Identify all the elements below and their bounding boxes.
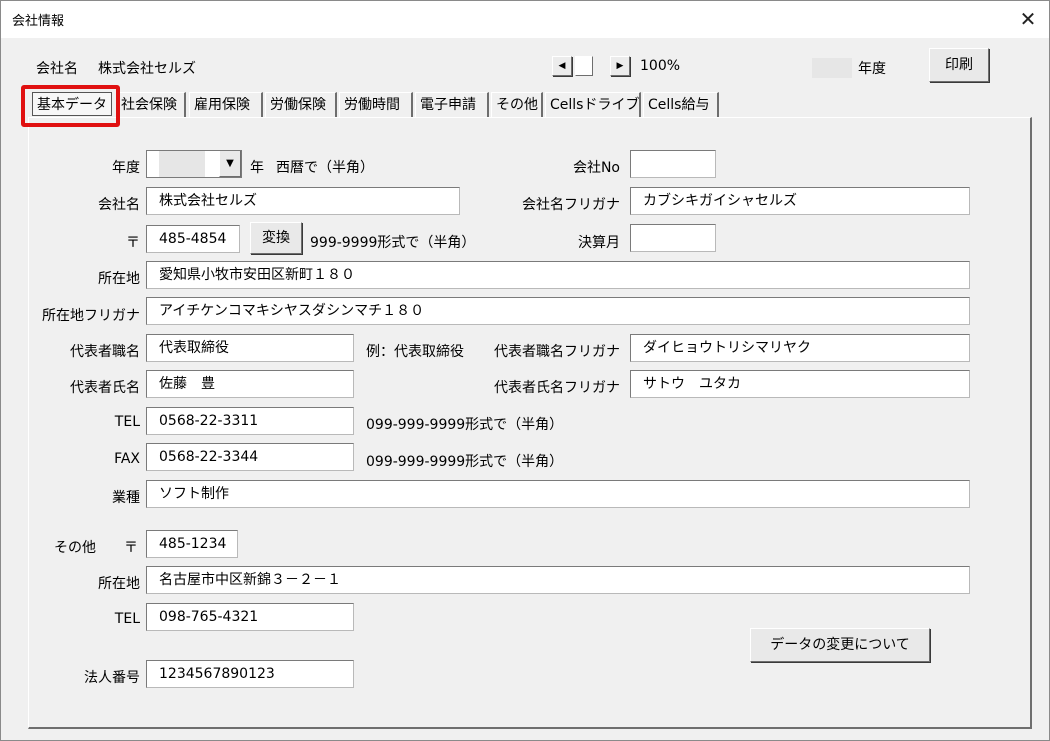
tab-employment-insurance[interactable]: 雇用保険	[189, 92, 263, 118]
industry-field[interactable]: ソフト制作	[146, 480, 970, 508]
other-label: その他	[54, 540, 96, 556]
tel-field[interactable]: 0568-22-3311	[146, 407, 354, 435]
other-address-field[interactable]: 名古屋市中区新錦３－２－１	[146, 566, 970, 594]
postal-label: 〒	[126, 235, 140, 251]
company-no-label: 会社No	[572, 160, 620, 176]
company-kana-label: 会社名フリガナ	[522, 197, 620, 213]
zoom-decrease-button[interactable]: ◀	[552, 56, 572, 76]
address-kana-field[interactable]: アイチケンコマキシヤスダシンマチ１８０	[146, 297, 970, 325]
tab-cells-drive[interactable]: Cellsドライブ	[545, 92, 641, 118]
rep-name-label: 代表者氏名	[70, 380, 140, 396]
year-select[interactable]: ▼	[146, 150, 242, 178]
tab-labor-insurance[interactable]: 労働保険	[265, 92, 337, 118]
data-change-button[interactable]: データの変更について	[750, 628, 930, 662]
zoom-level: 100%	[640, 58, 681, 74]
closing-month-field[interactable]	[630, 224, 716, 252]
company-name-header: 株式会社セルズ	[98, 61, 196, 77]
chevron-down-icon[interactable]: ▼	[219, 151, 241, 177]
tab-other[interactable]: その他	[491, 92, 543, 118]
rep-name-kana-label: 代表者氏名フリガナ	[494, 380, 620, 396]
zoom-slider-thumb[interactable]	[575, 56, 593, 76]
tel-hint: 099-999-9999形式で（半角）	[366, 417, 564, 433]
rep-name-field[interactable]: 佐藤 豊	[146, 370, 354, 398]
other-tel-field[interactable]: 098-765-4321	[146, 603, 354, 631]
print-button[interactable]: 印刷	[929, 48, 989, 82]
tab-e-application[interactable]: 電子申請	[415, 92, 489, 118]
tab-working-hours[interactable]: 労働時間	[339, 92, 413, 118]
rep-title-kana-field[interactable]: ダイヒョウトリシマリヤク	[630, 334, 970, 362]
corp-no-field[interactable]: 1234567890123	[146, 660, 354, 688]
header-year-label: 年度	[858, 61, 886, 77]
tab-cells-payroll[interactable]: Cells給与	[643, 92, 719, 118]
other-address-label: 所在地	[98, 576, 140, 592]
tel-label: TEL	[114, 414, 140, 430]
other-tel-label: TEL	[114, 611, 140, 627]
company-name-field[interactable]: 株式会社セルズ	[146, 187, 460, 215]
rep-title-field[interactable]: 代表取締役	[146, 334, 354, 362]
year-label: 年度	[112, 160, 140, 176]
postal-field[interactable]: 485-4854	[146, 225, 240, 253]
year-suffix: 年	[250, 160, 264, 176]
address-field[interactable]: 愛知県小牧市安田区新町１８０	[146, 261, 970, 289]
address-label: 所在地	[98, 271, 140, 287]
window-title: 会社情報	[12, 14, 65, 29]
other-postal-label: 〒	[124, 540, 138, 556]
company-no-field[interactable]	[630, 150, 716, 178]
fax-label: FAX	[114, 451, 140, 467]
zoom-increase-button[interactable]: ▶	[610, 56, 630, 76]
corp-no-label: 法人番号	[84, 670, 140, 686]
year-value	[159, 151, 205, 177]
address-kana-label: 所在地フリガナ	[42, 308, 140, 324]
fax-field[interactable]: 0568-22-3344	[146, 443, 354, 471]
other-postal-field[interactable]: 485-1234	[146, 530, 238, 558]
close-icon[interactable]: ✕	[1010, 4, 1046, 34]
rep-title-kana-label: 代表者職名フリガナ	[494, 344, 620, 360]
convert-button[interactable]: 変換	[250, 222, 302, 254]
active-tab-highlight	[21, 85, 120, 127]
tab-social-insurance[interactable]: 社会保険	[116, 92, 186, 118]
fax-hint: 099-999-9999形式で（半角）	[366, 454, 564, 470]
year-hint: 西暦で（半角）	[276, 160, 374, 176]
industry-label: 業種	[112, 490, 140, 506]
postal-hint: 999-9999形式で（半角）	[310, 235, 476, 251]
company-label: 会社名	[36, 61, 78, 77]
company-name-label: 会社名	[98, 197, 140, 213]
company-kana-field[interactable]: カブシキガイシャセルズ	[630, 187, 970, 215]
rep-title-example: 例：代表取締役	[366, 344, 464, 360]
closing-month-label: 決算月	[578, 235, 620, 251]
header-year-value	[812, 58, 852, 78]
title-bar: 会社情報 ✕	[0, 0, 1050, 38]
rep-name-kana-field[interactable]: サトウ ユタカ	[630, 370, 970, 398]
rep-title-label: 代表者職名	[70, 344, 140, 360]
